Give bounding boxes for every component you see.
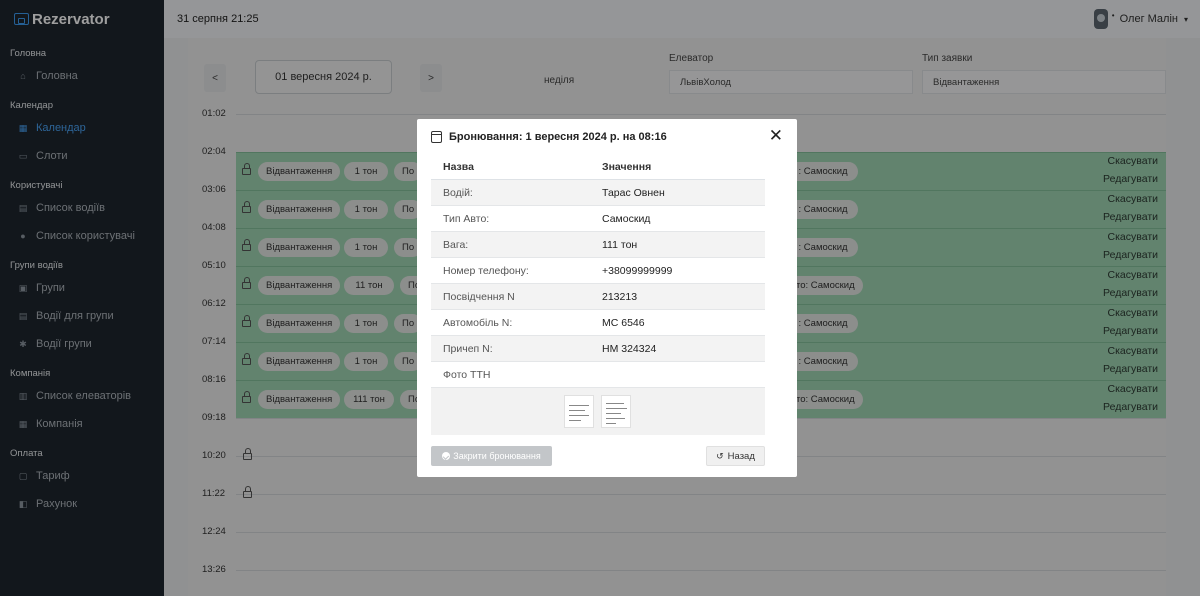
field-name: Водій: — [443, 186, 473, 199]
field-name: Посвідчення N — [443, 290, 515, 303]
check-circle-icon — [442, 452, 451, 460]
undo-icon: ↺ — [716, 450, 724, 461]
table-row: Фото ТТН — [431, 362, 765, 388]
back-button[interactable]: ↺ Назад — [706, 446, 765, 466]
modal-header: Бронювання: 1 вересня 2024 р. на 08:16 — [431, 131, 667, 143]
field-name: Фото ТТН — [443, 368, 491, 381]
field-value: +38099999999 — [602, 264, 673, 277]
field-value: Самоскид — [602, 212, 651, 225]
ttn-photo-thumbnail[interactable] — [564, 395, 594, 428]
table-row: Тип Авто: Самоскид — [431, 206, 765, 232]
table-row: Причеп N: НМ 324324 — [431, 336, 765, 362]
table-row: Автомобіль N: МС 6546 — [431, 310, 765, 336]
field-value: 111 тон — [602, 238, 638, 251]
table-row: Посвідчення N 213213 — [431, 284, 765, 310]
booking-details-modal: Бронювання: 1 вересня 2024 р. на 08:16 ✕… — [417, 119, 797, 477]
field-value: Тарас Овнен — [602, 186, 665, 199]
field-value: 213213 — [602, 290, 638, 303]
booking-details-table: Назва Значення Водій: Тарас Овнен Тип Авто… — [431, 154, 765, 388]
calendar-icon — [431, 131, 442, 143]
field-name: Номер телефону: — [443, 264, 529, 277]
ttn-photos — [431, 388, 765, 435]
table-row: Водій: Тарас Овнен — [431, 180, 765, 206]
table-header: Назва Значення — [431, 154, 765, 180]
modal-title: Бронювання: 1 вересня 2024 р. на 08:16 — [449, 131, 667, 143]
field-name: Автомобіль N: — [443, 316, 513, 329]
column-header-name: Назва — [443, 160, 474, 173]
back-label: Назад — [727, 450, 755, 462]
field-name: Тип Авто: — [443, 212, 490, 225]
close-booking-button[interactable]: Закрити бронювання — [431, 446, 552, 466]
field-name: Причеп N: — [443, 342, 493, 355]
field-value: МС 6546 — [602, 316, 645, 329]
close-icon[interactable]: ✕ — [769, 126, 783, 146]
field-value: НМ 324324 — [602, 342, 657, 355]
table-row: Вага: 111 тон — [431, 232, 765, 258]
ttn-photo-thumbnail[interactable] — [601, 395, 631, 428]
field-name: Вага: — [443, 238, 469, 251]
table-row: Номер телефону: +38099999999 — [431, 258, 765, 284]
column-header-value: Значення — [602, 160, 652, 173]
close-booking-label: Закрити бронювання — [453, 451, 541, 461]
